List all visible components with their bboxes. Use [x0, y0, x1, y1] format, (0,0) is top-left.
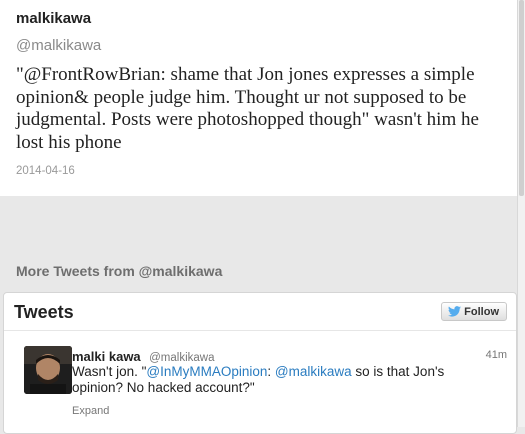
tweets-widget: Tweets Follow malki kawa @malkikawa 41m …: [3, 292, 517, 434]
avatar[interactable]: [24, 346, 72, 394]
tweet-date[interactable]: 2014-04-16: [16, 165, 75, 177]
twitter-bird-icon: [448, 306, 462, 317]
more-tweets-heading: More Tweets from @malkikawa: [16, 263, 223, 279]
expand-link[interactable]: Expand: [72, 405, 109, 417]
follow-button-label: Follow: [464, 305, 499, 318]
widget-title: Tweets: [14, 302, 74, 322]
item-text-part: Wasn't jon. ": [72, 364, 147, 379]
author-name[interactable]: malkikawa: [16, 10, 91, 27]
author-handle[interactable]: @malkikawa: [16, 37, 101, 54]
item-text: Wasn't jon. "@InMyMMAOpinion: @malkikawa…: [72, 364, 484, 396]
tweet-card: malkikawa @malkikawa "@FrontRowBrian: sh…: [0, 0, 518, 196]
follow-button[interactable]: Follow: [441, 302, 507, 321]
item-author-name[interactable]: malki kawa: [72, 349, 141, 364]
scrollbar-thumb[interactable]: [519, 0, 524, 196]
tweet-text: "@FrontRowBrian: shame that Jon jones ex…: [16, 64, 479, 153]
mention-link[interactable]: @malkikawa: [275, 364, 352, 379]
avatar-image: [24, 346, 72, 394]
list-item[interactable]: malki kawa @malkikawa 41m Wasn't jon. "@…: [4, 331, 516, 431]
widget-header: Tweets Follow: [4, 293, 516, 331]
item-author-handle[interactable]: @malkikawa: [149, 352, 214, 364]
mention-link[interactable]: @InMyMMAOpinion: [146, 364, 267, 379]
item-timestamp[interactable]: 41m: [486, 349, 507, 361]
scrollbar[interactable]: [517, 0, 525, 427]
item-text-part: :: [267, 364, 275, 379]
